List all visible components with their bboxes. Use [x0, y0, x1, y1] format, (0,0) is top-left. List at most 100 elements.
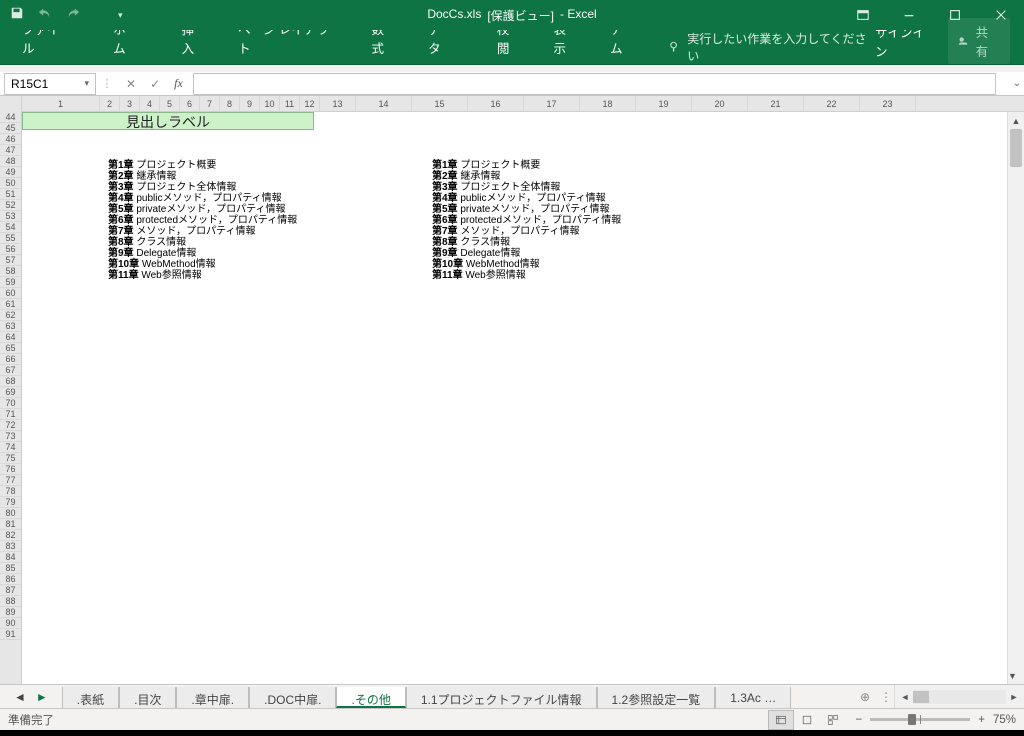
row-header[interactable]: 56	[0, 244, 21, 255]
row-header[interactable]: 49	[0, 167, 21, 178]
row-header[interactable]: 79	[0, 497, 21, 508]
row-header[interactable]: 50	[0, 178, 21, 189]
row-header[interactable]: 46	[0, 134, 21, 145]
row-header[interactable]: 76	[0, 464, 21, 475]
row-header[interactable]: 60	[0, 288, 21, 299]
page-layout-view-button[interactable]	[794, 710, 820, 730]
row-header[interactable]: 59	[0, 277, 21, 288]
row-header[interactable]: 45	[0, 123, 21, 134]
column-header[interactable]: 3	[120, 96, 140, 111]
vertical-scrollbar[interactable]: ▲ ▼	[1007, 112, 1024, 684]
hscroll-right-icon[interactable]: ►	[1006, 692, 1022, 702]
zoom-slider[interactable]	[870, 718, 970, 721]
zoom-in-button[interactable]: +	[978, 714, 985, 726]
row-header[interactable]: 63	[0, 321, 21, 332]
column-header[interactable]: 9	[240, 96, 260, 111]
row-header[interactable]: 84	[0, 552, 21, 563]
save-icon[interactable]	[10, 6, 24, 25]
normal-view-button[interactable]	[768, 710, 794, 730]
column-header[interactable]: 10	[260, 96, 280, 111]
row-header[interactable]: 69	[0, 387, 21, 398]
row-header[interactable]: 44	[0, 112, 21, 123]
column-header[interactable]: 20	[692, 96, 748, 111]
sheet-tab[interactable]: .DOC中扉.	[249, 687, 336, 708]
row-header[interactable]: 65	[0, 343, 21, 354]
sheet-tab[interactable]: .章中扉.	[176, 687, 249, 708]
column-header[interactable]: 4	[140, 96, 160, 111]
row-header[interactable]: 67	[0, 365, 21, 376]
insert-function-icon[interactable]: fx	[174, 76, 183, 91]
row-header[interactable]: 55	[0, 233, 21, 244]
name-box[interactable]: R15C1▾	[4, 73, 96, 95]
minimize-button[interactable]	[886, 0, 932, 30]
row-header[interactable]: 54	[0, 222, 21, 233]
row-header[interactable]: 48	[0, 156, 21, 167]
column-header[interactable]: 22	[804, 96, 860, 111]
column-header[interactable]: 1	[22, 96, 100, 111]
new-sheet-icon[interactable]: ⊕	[852, 685, 878, 708]
column-header[interactable]: 11	[280, 96, 300, 111]
column-header[interactable]: 12	[300, 96, 320, 111]
row-header[interactable]: 58	[0, 266, 21, 277]
column-header[interactable]: 14	[356, 96, 412, 111]
row-header[interactable]: 53	[0, 211, 21, 222]
vertical-scroll-thumb[interactable]	[1010, 129, 1022, 167]
row-header[interactable]: 91	[0, 629, 21, 640]
zoom-out-button[interactable]: −	[856, 714, 863, 726]
cancel-formula-icon[interactable]: ✕	[126, 77, 136, 91]
column-header[interactable]: 5	[160, 96, 180, 111]
zoom-level[interactable]: 75%	[993, 714, 1016, 726]
share-button[interactable]: 共有	[948, 18, 1010, 64]
expand-formula-bar-icon[interactable]: ⌄	[1010, 78, 1024, 89]
row-header[interactable]: 89	[0, 607, 21, 618]
undo-icon[interactable]	[38, 6, 52, 25]
column-header[interactable]: 16	[468, 96, 524, 111]
scroll-up-icon[interactable]: ▲	[1008, 112, 1024, 129]
column-header[interactable]: 2	[100, 96, 120, 111]
column-headers[interactable]: 1234567891011121314151617181920212223	[22, 96, 1024, 112]
row-header[interactable]: 90	[0, 618, 21, 629]
sheet-tab[interactable]: 1.3Ac …	[715, 687, 791, 708]
row-header[interactable]: 74	[0, 442, 21, 453]
column-header[interactable]: 17	[524, 96, 580, 111]
row-header[interactable]: 72	[0, 420, 21, 431]
column-header[interactable]: 18	[580, 96, 636, 111]
row-header[interactable]: 75	[0, 453, 21, 464]
row-header[interactable]: 68	[0, 376, 21, 387]
row-header[interactable]: 47	[0, 145, 21, 156]
sheet-tab[interactable]: .表紙	[62, 687, 119, 708]
heading-label-cell[interactable]: 見出しラベル	[22, 112, 314, 130]
enter-formula-icon[interactable]: ✓	[150, 77, 160, 91]
qa-customize-dropdown[interactable]: ▾	[118, 10, 123, 21]
column-header[interactable]: 8	[220, 96, 240, 111]
sheet-tab[interactable]: 1.1プロジェクトファイル情報	[406, 687, 597, 708]
row-header[interactable]: 81	[0, 519, 21, 530]
formula-input[interactable]	[193, 73, 996, 95]
column-header[interactable]: 21	[748, 96, 804, 111]
page-break-view-button[interactable]	[820, 710, 846, 730]
row-header[interactable]: 71	[0, 409, 21, 420]
row-header[interactable]: 57	[0, 255, 21, 266]
row-header[interactable]: 83	[0, 541, 21, 552]
row-header[interactable]: 88	[0, 596, 21, 607]
hscroll-left-icon[interactable]: ◄	[897, 692, 913, 702]
sheet-tab[interactable]: .目次	[119, 687, 176, 708]
row-header[interactable]: 87	[0, 585, 21, 596]
row-header[interactable]: 73	[0, 431, 21, 442]
row-header[interactable]: 51	[0, 189, 21, 200]
row-header[interactable]: 64	[0, 332, 21, 343]
row-header[interactable]: 52	[0, 200, 21, 211]
column-header[interactable]: 7	[200, 96, 220, 111]
column-header[interactable]: 19	[636, 96, 692, 111]
row-header[interactable]: 78	[0, 486, 21, 497]
row-headers[interactable]: 4445464748495051525354555657585960616263…	[0, 96, 22, 684]
horizontal-scroll-thumb[interactable]	[913, 691, 929, 703]
column-header[interactable]: 15	[412, 96, 468, 111]
row-header[interactable]: 61	[0, 299, 21, 310]
redo-icon[interactable]	[66, 6, 80, 25]
ribbon-display-options-icon[interactable]	[840, 0, 886, 30]
row-header[interactable]: 77	[0, 475, 21, 486]
row-header[interactable]: 85	[0, 563, 21, 574]
row-header[interactable]: 80	[0, 508, 21, 519]
sheet-tab[interactable]: .その他	[336, 687, 405, 708]
